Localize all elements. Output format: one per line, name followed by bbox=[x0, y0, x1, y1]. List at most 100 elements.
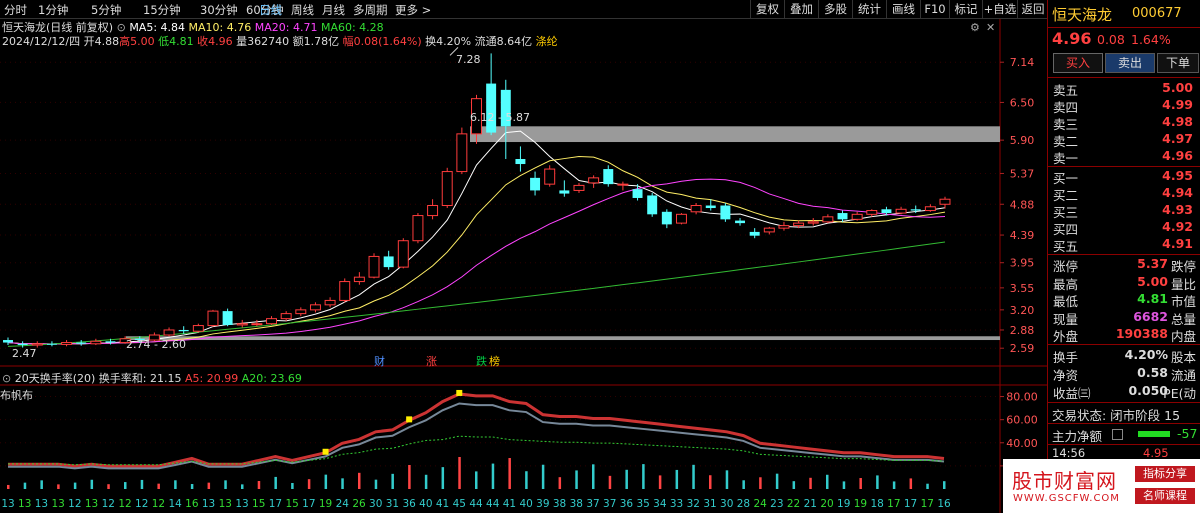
bottom-number: 41 bbox=[503, 498, 516, 510]
kline-chart[interactable]: 7.14 6.50 5.90 5.37 4.88 4.39 3.95 3.55 3.20 2.88… bbox=[0, 19, 1047, 513]
bid-row: 买二 4.94 bbox=[1053, 185, 1198, 203]
candle-body-up bbox=[295, 309, 307, 315]
tab-monthly[interactable]: 月线 bbox=[322, 2, 345, 18]
candle-body-down bbox=[17, 343, 28, 346]
price-tick-label: 2.88 bbox=[1010, 324, 1035, 337]
tab-1min[interactable]: 1分钟 bbox=[38, 2, 68, 18]
turnover-bar bbox=[541, 464, 545, 489]
ad-url: WWW.GSCFW.COM bbox=[1013, 493, 1120, 504]
stat-row-value: 5.00 bbox=[1137, 273, 1168, 289]
turnover-bar bbox=[892, 481, 896, 489]
bottom-number: 12 bbox=[152, 498, 165, 510]
stat2-row-label: 收益㈢ bbox=[1053, 386, 1091, 401]
main-flow-checkbox-icon[interactable] bbox=[1112, 429, 1123, 440]
buy-button[interactable]: 买入 bbox=[1053, 53, 1103, 73]
advert-banner[interactable]: 股市财富网 WWW.GSCFW.COM 指标分享 名师课程 bbox=[1003, 459, 1200, 513]
turnover-bar bbox=[943, 481, 946, 489]
ad-indicator-share-button[interactable]: 指标分享 bbox=[1135, 466, 1195, 482]
event-tag-finance[interactable]: 财 bbox=[374, 353, 385, 369]
candle-body-down bbox=[486, 83, 497, 133]
bottom-number: 13 bbox=[219, 498, 232, 510]
order-button[interactable]: 下单 bbox=[1157, 53, 1199, 73]
tab-30min[interactable]: 30分钟 bbox=[200, 2, 238, 18]
stat2-row-label: 净资 bbox=[1053, 368, 1079, 383]
ask-row: 卖四 4.99 bbox=[1053, 97, 1198, 115]
multi-stock-button[interactable]: 多股 bbox=[818, 0, 852, 18]
candle-body-up bbox=[412, 215, 424, 242]
bottom-number: 12 bbox=[135, 498, 148, 510]
mark-button[interactable]: 标记 bbox=[949, 0, 982, 18]
tab-more[interactable]: 更多 > bbox=[395, 2, 431, 18]
ask-row-label: 卖一 bbox=[1053, 151, 1079, 166]
event-tag-rise[interactable]: 涨 bbox=[426, 353, 437, 369]
ask-row: 卖一 4.96 bbox=[1053, 148, 1198, 166]
indicator-name[interactable]: 20天换手率(20) bbox=[15, 372, 96, 385]
overlay-button[interactable]: 叠加 bbox=[784, 0, 818, 18]
candle-body-down bbox=[515, 159, 526, 165]
back-button[interactable]: 返回 bbox=[1017, 0, 1048, 18]
turnover-bar bbox=[257, 481, 261, 489]
turnover-bar bbox=[140, 479, 144, 489]
turnover-bar bbox=[625, 469, 628, 489]
bottom-number: 17 bbox=[904, 498, 917, 510]
stats-button[interactable]: 统计 bbox=[852, 0, 886, 18]
indicator-legend: ⊙ 20天换手率(20) 换手率和: 21.15 A5: 20.99 A20: … bbox=[2, 370, 302, 386]
bottom-number: 18 bbox=[870, 498, 883, 510]
turnover-bar bbox=[658, 475, 662, 489]
bottom-number: 17 bbox=[269, 498, 282, 510]
turnover-bar bbox=[408, 465, 411, 489]
bottom-number: 34 bbox=[653, 498, 667, 510]
bid-row-value: 4.94 bbox=[1162, 185, 1193, 200]
turnover-bar bbox=[709, 475, 712, 489]
stock-code: 000677 bbox=[1132, 6, 1182, 21]
bottom-number: 13 bbox=[235, 498, 248, 510]
candle-body-up bbox=[61, 342, 73, 345]
candles bbox=[3, 53, 951, 348]
range-zones bbox=[126, 47, 1000, 341]
tab-daily[interactable]: 日线 bbox=[259, 2, 282, 18]
ind-tick-label: 40.00 bbox=[1006, 437, 1038, 450]
add-favorite-button[interactable]: +自选 bbox=[982, 0, 1017, 18]
tab-fenshi[interactable]: 分时 bbox=[4, 2, 27, 18]
adjust-button[interactable]: 复权 bbox=[750, 0, 784, 18]
ad-course-button[interactable]: 名师课程 bbox=[1135, 488, 1195, 504]
draw-line-button[interactable]: 画线 bbox=[886, 0, 920, 18]
turnover-marker bbox=[456, 389, 463, 396]
main-flow-bar bbox=[1138, 431, 1170, 437]
turnover-bar bbox=[525, 471, 528, 489]
stat-row-value: 5.37 bbox=[1137, 256, 1168, 271]
stat2-row-label2: 流通 bbox=[1170, 368, 1196, 383]
turnover-bar bbox=[124, 482, 127, 489]
price-tick-label: 5.37 bbox=[1010, 167, 1035, 180]
candle-body-down bbox=[632, 189, 643, 198]
event-tag-fall[interactable]: 跌 bbox=[476, 353, 487, 369]
candle-body-down bbox=[837, 213, 848, 220]
ask-row-value: 4.96 bbox=[1162, 148, 1193, 163]
support-zone bbox=[126, 336, 1000, 341]
bottom-number: 31 bbox=[386, 498, 399, 510]
price-tick-label: 3.95 bbox=[1010, 257, 1035, 270]
tab-weekly[interactable]: 周线 bbox=[291, 2, 314, 18]
candle-body-up bbox=[427, 205, 439, 217]
turnover-bar bbox=[441, 467, 445, 489]
event-tag-list[interactable]: 榜 bbox=[489, 353, 500, 369]
stat2-row: 收益㈢ 0.050 PE(动 bbox=[1053, 383, 1198, 401]
sell-button[interactable]: 卖出 bbox=[1105, 53, 1155, 73]
tab-15min[interactable]: 15分钟 bbox=[143, 2, 181, 18]
turnover-bar bbox=[592, 464, 595, 489]
candle-body-up bbox=[895, 208, 907, 214]
bottom-number: 13 bbox=[1, 498, 14, 510]
quote-panel: 恒天海龙 000677 4.96 0.08 1.64% 买入 卖出 下单 交易状… bbox=[1047, 0, 1200, 513]
indicator-menu-icon[interactable]: ⊙ bbox=[2, 372, 11, 385]
f10-button[interactable]: F10 bbox=[920, 0, 949, 18]
turnover-bar bbox=[90, 479, 94, 489]
stat-row-label: 最低 bbox=[1053, 294, 1079, 309]
bottom-number: 12 bbox=[102, 498, 115, 510]
tab-multi-period[interactable]: 多周期 bbox=[353, 2, 388, 18]
candle-body-down bbox=[76, 342, 87, 344]
bottom-number: 13 bbox=[35, 498, 48, 510]
candle-body-up bbox=[851, 213, 863, 220]
bid-row: 买一 4.95 bbox=[1053, 168, 1198, 186]
tab-5min[interactable]: 5分钟 bbox=[91, 2, 121, 18]
turnover-bar bbox=[174, 480, 177, 489]
